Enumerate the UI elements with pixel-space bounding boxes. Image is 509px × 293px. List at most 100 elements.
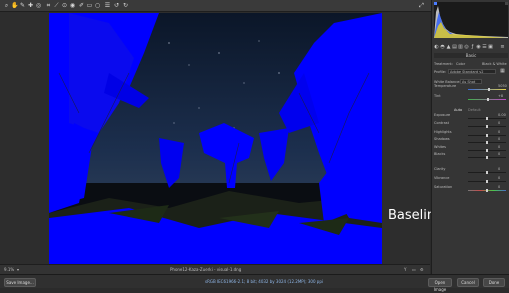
slider-knob[interactable] (486, 171, 488, 174)
panel-title: Basic (434, 53, 508, 58)
profile-browser-icon[interactable]: ▦ (500, 69, 505, 74)
slider-track[interactable] (468, 134, 506, 137)
slider-knob[interactable] (486, 156, 488, 159)
graduated-filter-icon[interactable]: ▭ (86, 2, 93, 9)
slider-value[interactable]: 0 (498, 167, 500, 171)
slider-value[interactable]: 0 (498, 152, 500, 156)
slider-value[interactable]: 0 (498, 137, 500, 141)
crop-icon[interactable]: ⌗ (45, 2, 52, 9)
slider-label: Whites (434, 145, 447, 149)
profile-label: Profile: (434, 70, 447, 74)
auto-link[interactable]: Auto (454, 108, 462, 112)
zoom-icon[interactable]: ⌕ (3, 2, 10, 9)
white-balance-select[interactable]: As Shot (460, 79, 482, 84)
slider-value[interactable]: 0 (498, 185, 500, 189)
slider-track[interactable] (468, 125, 506, 128)
zoom-level[interactable]: 9.1% (4, 267, 14, 272)
profile-select[interactable]: Adobe Standard v2 (448, 69, 496, 74)
slider-value[interactable]: 0 (498, 130, 500, 134)
slider-label: Highlights (434, 130, 452, 134)
slider-value[interactable]: 5050 (498, 84, 507, 88)
before-after-icon[interactable]: Y (404, 267, 406, 272)
slider-track[interactable] (468, 149, 506, 152)
cancel-button[interactable]: Cancel (457, 278, 479, 287)
slider-value[interactable]: 0 (498, 145, 500, 149)
open-image-button[interactable]: Open Image (428, 278, 452, 292)
slider-value[interactable]: 0 (498, 121, 500, 125)
target-adjust-icon[interactable]: ◎ (35, 2, 42, 9)
rotate-left-icon[interactable]: ↺ (113, 2, 120, 9)
basic-tab-icon[interactable]: ◐ (434, 45, 439, 50)
calibration-tab-icon[interactable]: ◉ (476, 45, 481, 50)
compare-icon[interactable]: ▭ (412, 267, 416, 272)
done-button[interactable]: Done (483, 278, 505, 287)
highlight-clipping-icon[interactable] (505, 2, 508, 5)
slider-label: Temperature (434, 84, 457, 88)
slider-label: Blacks (434, 152, 446, 156)
presets-tab-icon[interactable]: ☰ (482, 45, 487, 50)
panel-tabs: ◐ ◓ ▲ ▤ ▥ ◎ ƒ ◉ ☰ ▣ ≡ (434, 45, 508, 51)
straighten-icon[interactable]: ⟋ (53, 2, 60, 9)
slider-knob[interactable] (486, 189, 488, 192)
slider-knob[interactable] (486, 141, 488, 144)
lens-tab-icon[interactable]: ◎ (464, 45, 469, 50)
slider-track[interactable] (468, 98, 506, 101)
hand-icon[interactable]: ✋ (11, 2, 18, 9)
slider-track[interactable] (468, 189, 506, 192)
detail-tab-icon[interactable]: ▲ (446, 45, 451, 50)
color-sampler-icon[interactable]: ✚ (27, 2, 34, 9)
slider-value[interactable]: +8 (498, 94, 503, 98)
adjustments-panel: ◐ ◓ ▲ ▤ ▥ ◎ ƒ ◉ ☰ ▣ ≡ Basic Treatment: C… (431, 0, 509, 274)
save-image-button[interactable]: Save Image... (4, 278, 36, 287)
spot-removal-icon[interactable]: ⊙ (61, 2, 68, 9)
slider-knob[interactable] (486, 180, 488, 183)
slider-knob[interactable] (486, 125, 488, 128)
slider-knob[interactable] (486, 134, 488, 137)
slider-label: Shadows (434, 137, 450, 141)
adjustment-brush-icon[interactable]: ✐ (78, 2, 85, 9)
slider-label: Clarity (434, 167, 446, 171)
treatment-color-radio[interactable]: Color (456, 62, 465, 66)
fullscreen-icon[interactable]: ⤢ (418, 2, 425, 9)
preferences-icon[interactable]: ☰ (104, 2, 111, 9)
slider-label: Contrast (434, 121, 449, 125)
rotate-right-icon[interactable]: ↻ (122, 2, 129, 9)
split-tone-tab-icon[interactable]: ▥ (458, 45, 463, 50)
slider-track[interactable] (468, 88, 506, 91)
histogram (434, 2, 508, 38)
hsl-tab-icon[interactable]: ▤ (452, 45, 457, 50)
slider-value[interactable]: 0.00 (498, 113, 506, 117)
slider-knob[interactable] (486, 98, 489, 101)
slider-label: Vibrance (434, 176, 450, 180)
clipping-preview-image (49, 13, 382, 264)
snapshots-tab-icon[interactable]: ▣ (488, 45, 493, 50)
treatment-bw-radio[interactable]: Black & White (482, 62, 507, 66)
shadow-clipping-icon[interactable] (434, 2, 437, 5)
slider-track[interactable] (468, 117, 506, 120)
tone-curve-tab-icon[interactable]: ◓ (440, 45, 445, 50)
slider-label: Tint (434, 94, 441, 98)
slider-track[interactable] (468, 180, 506, 183)
slider-track[interactable] (468, 156, 506, 159)
workflow-info-link[interactable]: sRGB IEC61966-2.1; 8 bit; 4032 by 3024 (… (205, 279, 323, 284)
slider-value[interactable]: 0 (498, 176, 500, 180)
photo-preview[interactable] (49, 13, 382, 264)
slider-label: Exposure (434, 113, 451, 117)
status-bar: 9.1% ▾ Phone12-Kaza-Zuerki - visual-1.dn… (0, 264, 430, 274)
fx-tab-icon[interactable]: ƒ (470, 45, 475, 50)
zoom-chevron-icon[interactable]: ▾ (17, 267, 19, 272)
slider-knob[interactable] (486, 149, 488, 152)
filename: Phone12-Kaza-Zuerki - visual-1.dng (170, 267, 242, 272)
settings-toggle-icon[interactable]: ⚙ (420, 267, 424, 272)
slider-track[interactable] (468, 141, 506, 144)
slider-track[interactable] (468, 171, 506, 174)
panel-menu-icon[interactable]: ≡ (500, 45, 505, 50)
bottom-bar: Save Image... sRGB IEC61966-2.1; 8 bit; … (0, 274, 509, 292)
slider-knob[interactable] (486, 117, 488, 120)
red-eye-icon[interactable]: ◉ (69, 2, 76, 9)
treatment-label: Treatment: (434, 62, 453, 66)
slider-knob[interactable] (487, 88, 490, 91)
default-link[interactable]: Default (468, 108, 481, 112)
radial-filter-icon[interactable]: ○ (94, 2, 101, 9)
white-balance-icon[interactable]: ✎ (19, 2, 26, 9)
